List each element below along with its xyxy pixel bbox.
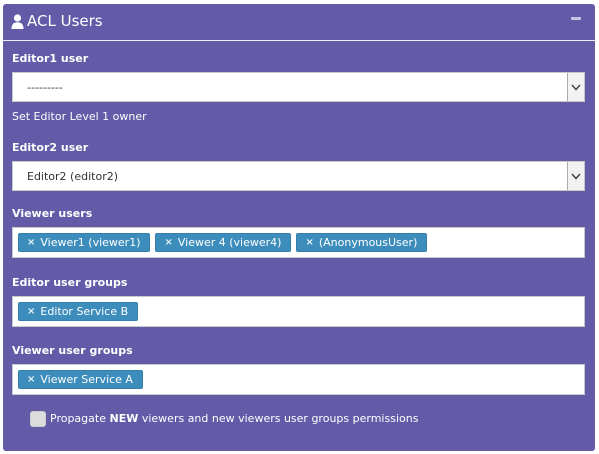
tag-label: Viewer 4 (viewer4) xyxy=(177,236,282,249)
minus-icon[interactable] xyxy=(571,17,581,20)
editor2-label: Editor2 user xyxy=(12,141,89,154)
editor-group-tag: × Editor Service B xyxy=(18,302,139,321)
viewer-groups-label: Viewer user groups xyxy=(12,344,133,357)
panel-title: ACL Users xyxy=(11,12,103,30)
propagate-suffix: viewers and new viewers user groups perm… xyxy=(141,412,419,425)
remove-tag-icon[interactable]: × xyxy=(27,371,35,388)
viewer-user-tag: × Viewer 4 (viewer4) xyxy=(155,233,292,252)
propagate-label: Propagate NEW viewers and new viewers us… xyxy=(50,412,418,426)
editor1-help-text: Set Editor Level 1 owner xyxy=(12,110,147,123)
propagate-bold-word: NEW xyxy=(109,412,139,425)
propagate-checkbox[interactable] xyxy=(30,411,46,427)
panel-header: ACL Users xyxy=(3,4,595,41)
editor-groups-label: Editor user groups xyxy=(12,276,128,289)
tag-label: Viewer Service A xyxy=(40,373,133,386)
viewer-users-label: Viewer users xyxy=(12,207,93,220)
propagate-row: Propagate NEW viewers and new viewers us… xyxy=(30,411,418,427)
propagate-prefix: Propagate xyxy=(50,412,106,425)
acl-users-panel: ACL Users Editor1 user --------- Set Edi… xyxy=(3,4,595,451)
user-icon xyxy=(11,13,24,29)
tag-label: (AnonymousUser) xyxy=(318,236,418,249)
editor2-selected-value: Editor2 (editor2) xyxy=(27,170,119,183)
editor1-label: Editor1 user xyxy=(12,52,89,65)
remove-tag-icon[interactable]: × xyxy=(27,303,35,320)
remove-tag-icon[interactable]: × xyxy=(164,234,172,251)
remove-tag-icon[interactable]: × xyxy=(305,234,313,251)
editor1-select[interactable]: --------- xyxy=(12,72,585,102)
viewer-user-tag: × (AnonymousUser) xyxy=(296,233,428,252)
panel-title-text: ACL Users xyxy=(27,12,103,30)
chevron-down-icon[interactable] xyxy=(567,73,584,101)
viewer-groups-input[interactable]: × Viewer Service A xyxy=(12,364,585,395)
editor1-selected-value: --------- xyxy=(27,81,63,94)
tag-label: Viewer1 (viewer1) xyxy=(40,236,141,249)
viewer-user-tag: × Viewer1 (viewer1) xyxy=(18,233,151,252)
editor2-select[interactable]: Editor2 (editor2) xyxy=(12,161,585,191)
tag-label: Editor Service B xyxy=(40,305,129,318)
editor-groups-input[interactable]: × Editor Service B xyxy=(12,296,585,327)
viewer-users-input[interactable]: × Viewer1 (viewer1) × Viewer 4 (viewer4)… xyxy=(12,227,585,258)
chevron-down-icon[interactable] xyxy=(567,162,584,190)
viewer-group-tag: × Viewer Service A xyxy=(18,370,143,389)
remove-tag-icon[interactable]: × xyxy=(27,234,35,251)
